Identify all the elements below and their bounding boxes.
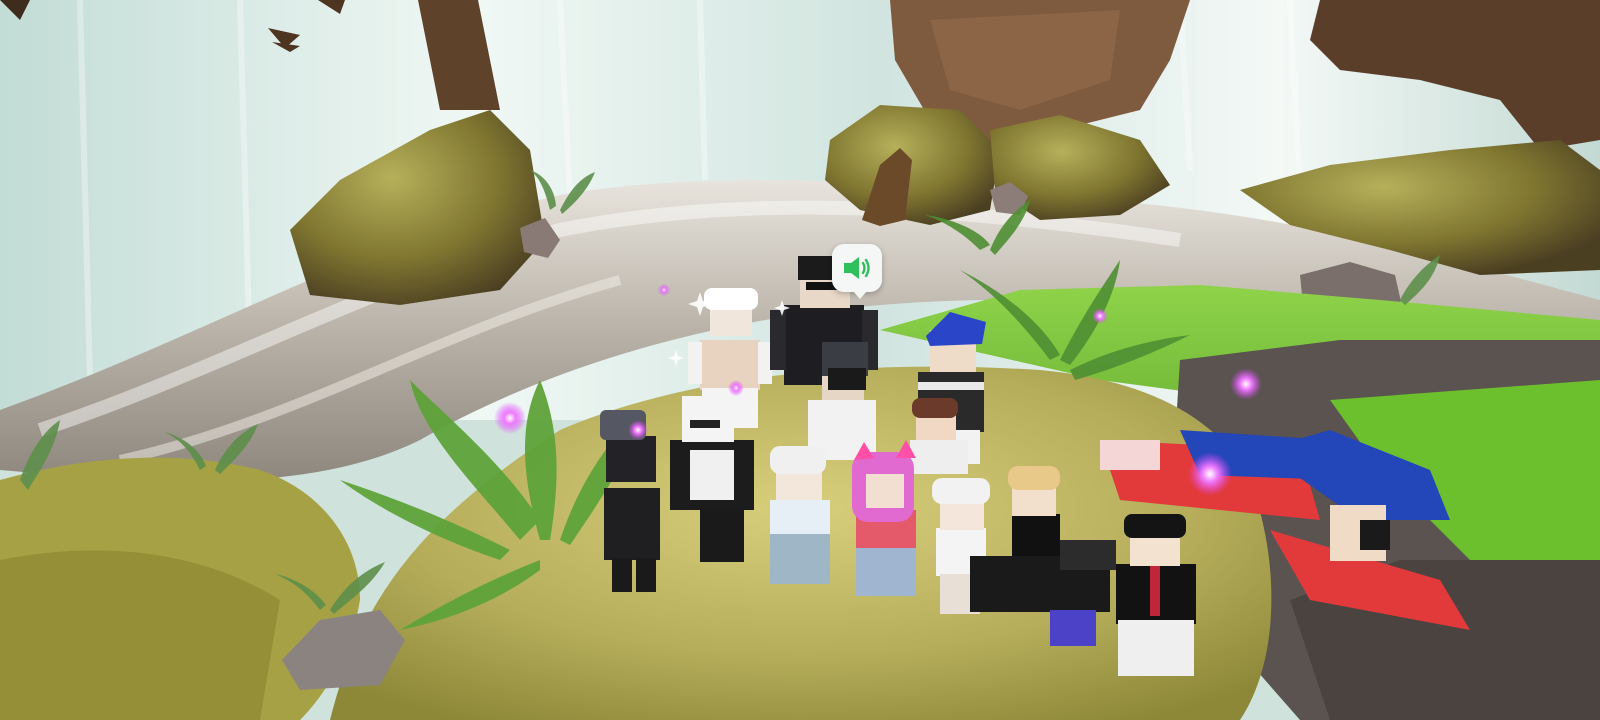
speaker-icon bbox=[844, 257, 870, 279]
avatar-white-hair-blue-skirt[interactable] bbox=[770, 446, 830, 584]
game-viewport bbox=[0, 0, 1600, 720]
voice-chat-indicator[interactable] bbox=[832, 244, 882, 299]
avatar-blonde-bun[interactable] bbox=[1008, 466, 1060, 558]
avatar-pink-hair-cat-ears[interactable] bbox=[852, 440, 916, 596]
